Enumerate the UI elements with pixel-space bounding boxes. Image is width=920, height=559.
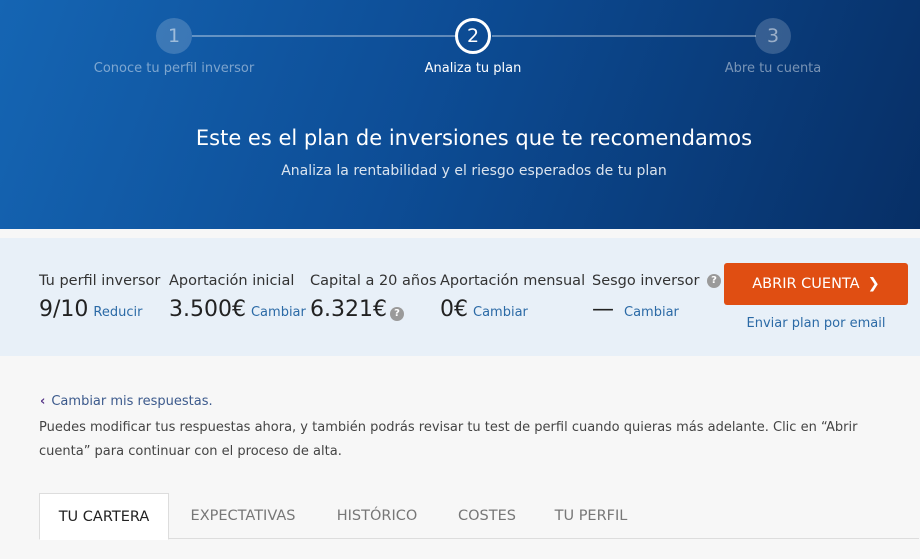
metric-aportacion-mensual-label: Aportación mensual: [440, 273, 586, 289]
step-3-circle: 3: [755, 18, 791, 54]
help-icon[interactable]: ?: [389, 307, 404, 321]
abrir-cuenta-button[interactable]: ABRIR CUENTA ❯: [724, 263, 908, 305]
step-connector-1: [192, 35, 456, 37]
tab-tu-cartera[interactable]: TU CARTERA: [39, 493, 169, 540]
info-note: Puedes modificar tus respuestas ahora, y…: [39, 420, 858, 459]
page-subtitle: Analiza la rentabilidad y el riesgo espe…: [281, 163, 667, 179]
step-1-circle[interactable]: 1: [156, 18, 192, 54]
tab-expectativas[interactable]: EXPECTATIVAS: [175, 493, 311, 539]
metric-perfil-label: Tu perfil inversor: [39, 273, 161, 289]
cambiar-aportacion-inicial-link[interactable]: Cambiar: [251, 305, 306, 320]
hero-banner: 1 2 3 Conoce tu perfil inversor Analiza …: [0, 0, 920, 229]
page-title: Este es el plan de inversiones que te re…: [195, 126, 753, 150]
step-connector-2: [492, 35, 756, 37]
step-2-circle: 2: [455, 18, 491, 54]
metric-sesgo-label: Sesgo inversor ?: [592, 273, 722, 289]
metric-aportacion-inicial-value: 3.500€: [169, 297, 246, 322]
enviar-email-link[interactable]: Enviar plan por email: [724, 316, 908, 331]
metric-capital: Capital a 20 años 6.321€ ?: [310, 273, 437, 322]
help-icon[interactable]: ?: [707, 274, 722, 288]
plan-tabs: TU CARTERA EXPECTATIVAS HISTÓRICO COSTES…: [39, 493, 919, 540]
cambiar-respuestas-link[interactable]: ‹ Cambiar mis respuestas.: [40, 394, 213, 409]
step-1-label[interactable]: Conoce tu perfil inversor: [74, 61, 274, 76]
metric-aportacion-inicial: Aportación inicial 3.500€ Cambiar: [169, 273, 306, 322]
tab-tu-perfil[interactable]: TU PERFIL: [541, 493, 641, 539]
chevron-left-icon: ‹: [40, 394, 46, 409]
cambiar-respuestas-label: Cambiar mis respuestas.: [51, 394, 213, 409]
cambiar-sesgo-link[interactable]: Cambiar: [624, 305, 679, 320]
metric-aportacion-mensual-value: 0€: [440, 297, 468, 322]
metric-capital-label: Capital a 20 años: [310, 273, 437, 289]
metric-perfil-value: 9/10: [39, 297, 89, 322]
tab-costes[interactable]: COSTES: [443, 493, 531, 539]
chevron-right-icon: ❯: [867, 276, 880, 292]
reducir-link[interactable]: Reducir: [93, 305, 142, 320]
metric-capital-value: 6.321€: [310, 297, 387, 322]
tab-historico[interactable]: HISTÓRICO: [321, 493, 433, 539]
abrir-cuenta-label: ABRIR CUENTA: [752, 276, 860, 292]
metric-sesgo-value: —: [592, 297, 614, 322]
metric-sesgo: Sesgo inversor ? — Cambiar: [592, 273, 722, 322]
cambiar-aportacion-mensual-link[interactable]: Cambiar: [473, 305, 528, 320]
plan-summary-bar: Tu perfil inversor 9/10 Reducir Aportaci…: [0, 238, 920, 356]
metric-aportacion-mensual: Aportación mensual 0€ Cambiar: [440, 273, 585, 322]
step-2-label: Analiza tu plan: [424, 61, 522, 76]
step-3-label: Abre tu cuenta: [724, 61, 822, 76]
metric-perfil: Tu perfil inversor 9/10 Reducir: [39, 273, 160, 322]
metric-sesgo-label-text: Sesgo inversor: [592, 273, 700, 289]
metric-aportacion-inicial-label: Aportación inicial: [169, 273, 295, 289]
